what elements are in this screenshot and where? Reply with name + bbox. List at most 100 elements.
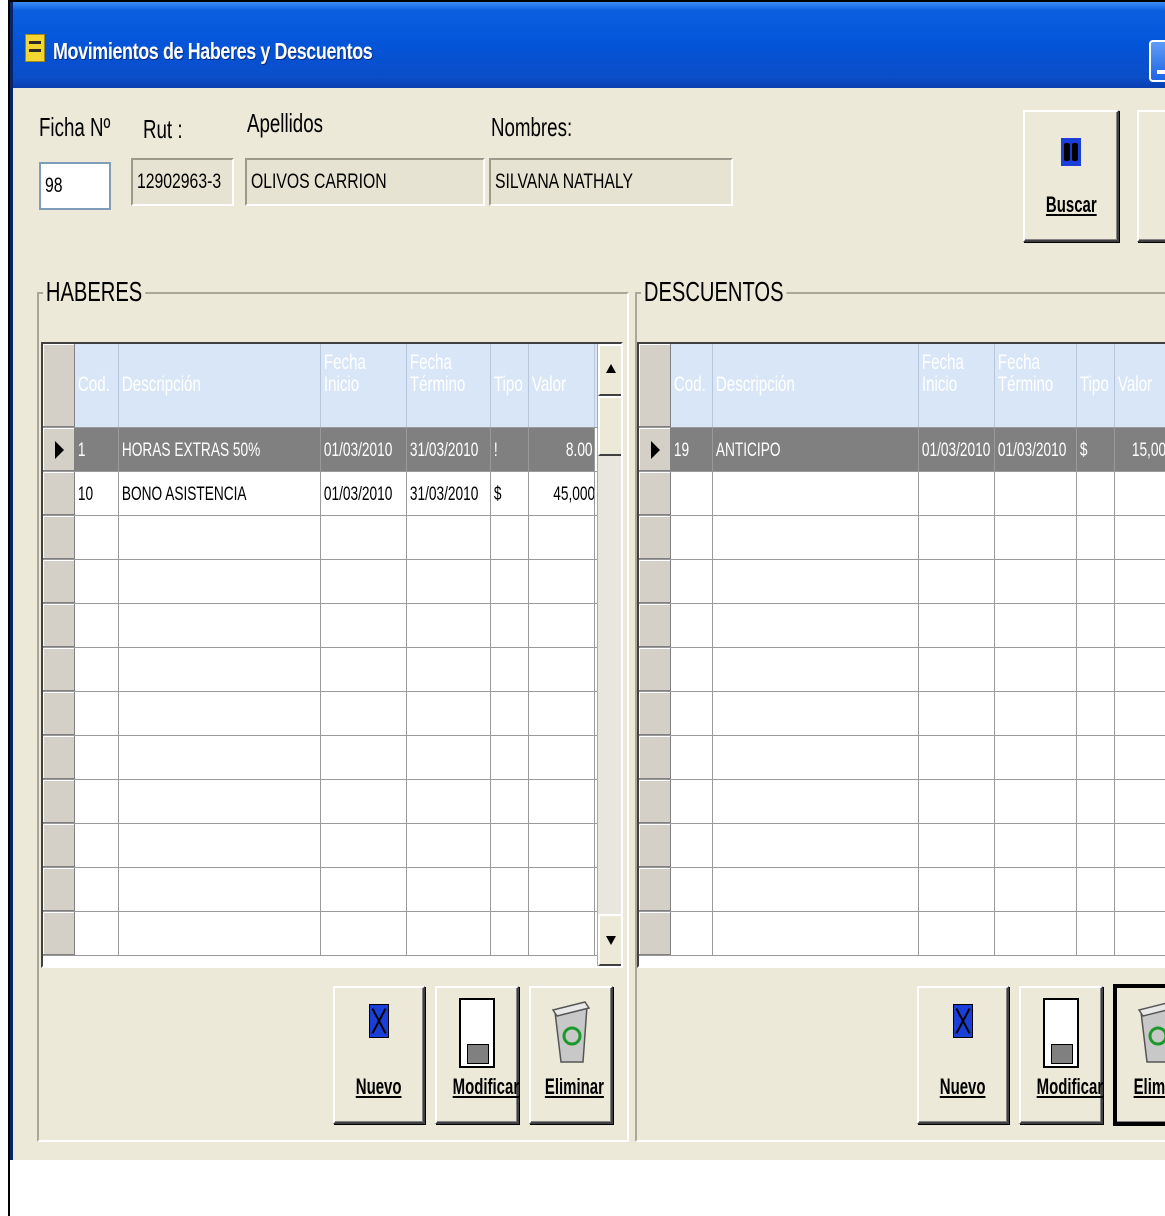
haberes-table-row[interactable] [43, 780, 597, 824]
haberes-table-row[interactable] [43, 604, 597, 648]
scroll-down-button[interactable] [598, 914, 621, 966]
descuentos-col-descripcion: Descripción [715, 373, 795, 396]
haberes-table-row[interactable] [43, 824, 597, 868]
descuentos-cell-cod [671, 516, 713, 559]
recycle-bin-icon [551, 1001, 591, 1063]
row-selector[interactable] [43, 516, 75, 559]
haberes-table-row[interactable] [43, 736, 597, 780]
haberes-table-row[interactable]: 10 BONO ASISTENCIA 01/03/2010 31/03/2010 $45… [43, 472, 597, 516]
row-selector[interactable] [639, 824, 671, 867]
row-selector[interactable] [639, 692, 671, 735]
haberes-table-row[interactable] [43, 692, 597, 736]
buscar-button[interactable]: Buscar [1023, 110, 1119, 242]
haberes-cell-descripcion: BONO ASISTENCIA [119, 472, 321, 515]
row-selector[interactable] [639, 516, 671, 559]
descuentos-table-row[interactable] [639, 692, 1165, 736]
descuentos-cell-cod [671, 560, 713, 603]
descuentos-table-row[interactable] [639, 912, 1165, 956]
descuentos-cell-valor [1115, 780, 1165, 823]
haberes-cell-valor [529, 780, 595, 823]
haberes-table-row[interactable] [43, 560, 597, 604]
row-selector[interactable] [639, 604, 671, 647]
haberes-title: HABERES [43, 276, 146, 308]
row-selector[interactable] [43, 604, 75, 647]
row-selector[interactable] [639, 560, 671, 603]
descuentos-table-row[interactable] [639, 472, 1165, 516]
title-bar[interactable]: Movimientos de Haberes y Descuentos [13, 2, 1165, 88]
haberes-table-row[interactable] [43, 648, 597, 692]
haberes-cell-termino [407, 824, 491, 867]
extra-toolbar-button[interactable] [1137, 110, 1165, 242]
haberes-table-row[interactable] [43, 912, 597, 956]
haberes-table-row[interactable]: 1 HORAS EXTRAS 50% 01/03/2010 31/03/2010! 8.… [43, 428, 597, 472]
floppy-disk-icon [459, 998, 495, 1068]
descuentos-table-row[interactable] [639, 780, 1165, 824]
descuentos-cell-descripcion [713, 868, 919, 911]
haberes-table-row[interactable] [43, 868, 597, 912]
row-selector[interactable] [43, 912, 75, 955]
haberes-cell-valor: 8.00 [529, 428, 595, 471]
haberes-cell-descripcion [119, 780, 321, 823]
row-selector[interactable] [43, 472, 75, 515]
descuentos-table-row[interactable] [639, 604, 1165, 648]
row-selector[interactable] [43, 648, 75, 691]
haberes-cell-valor [529, 648, 595, 691]
descuentos-table-row[interactable]: 19ANTICIPO01/03/201001/03/2010$15,000 [639, 428, 1165, 472]
scroll-thumb[interactable] [598, 396, 621, 456]
row-selector[interactable] [43, 868, 75, 911]
row-selector[interactable] [43, 428, 75, 471]
row-selector[interactable] [43, 736, 75, 779]
haberes-cell-valor [529, 736, 595, 779]
haberes-cell-inicio: 01/03/2010 [321, 472, 407, 515]
haberes-cell-valor [529, 912, 595, 955]
descuentos-table-row[interactable] [639, 824, 1165, 868]
descuentos-table-row[interactable] [639, 736, 1165, 780]
haberes-nuevo-button[interactable]: Nuevo [333, 986, 425, 1124]
haberes-cell-descripcion [119, 824, 321, 867]
haberes-modificar-button[interactable]: Modificar [435, 986, 519, 1124]
haberes-table-row[interactable] [43, 516, 597, 560]
haberes-scrollbar[interactable] [597, 344, 621, 966]
haberes-cell-termino: 31/03/2010 [407, 428, 491, 471]
descuentos-nuevo-button[interactable]: Nuevo [917, 986, 1009, 1124]
descuentos-cell-tipo [1077, 472, 1115, 515]
haberes-grid[interactable]: Cod. Descripción Fecha Inicio Fecha Térm… [41, 342, 623, 968]
minimize-button[interactable] [1149, 40, 1165, 82]
descuentos-cell-termino [995, 780, 1077, 823]
haberes-cell-tipo [491, 780, 529, 823]
row-selector[interactable] [43, 692, 75, 735]
descuentos-cell-valor [1115, 648, 1165, 691]
descuentos-table-row[interactable] [639, 516, 1165, 560]
row-selector[interactable] [639, 428, 671, 471]
haberes-cell-tipo [491, 868, 529, 911]
descuentos-table-row[interactable] [639, 868, 1165, 912]
descuentos-cell-termino: 01/03/2010 [995, 428, 1077, 471]
descuentos-header-row: Cod. Descripción Fecha Inicio Fecha Térm… [639, 344, 1165, 428]
haberes-cell-termino [407, 692, 491, 735]
row-selector[interactable] [639, 912, 671, 955]
row-selector[interactable] [639, 736, 671, 779]
row-selector[interactable] [43, 824, 75, 867]
row-selector[interactable] [639, 868, 671, 911]
descuentos-grid[interactable]: Cod. Descripción Fecha Inicio Fecha Térm… [637, 342, 1165, 968]
row-selector[interactable] [43, 560, 75, 603]
descuentos-cell-cod [671, 648, 713, 691]
haberes-eliminar-button[interactable]: Eliminar [529, 986, 613, 1124]
descuentos-cell-inicio [919, 868, 995, 911]
row-selector[interactable] [639, 472, 671, 515]
row-selector[interactable] [43, 780, 75, 823]
descuentos-cell-tipo [1077, 692, 1115, 735]
row-selector[interactable] [639, 780, 671, 823]
descuentos-eliminar-button[interactable]: Elimin [1113, 984, 1165, 1126]
descuentos-cell-valor [1115, 604, 1165, 647]
ficha-input[interactable]: 98 [39, 162, 111, 210]
descuentos-cell-cod [671, 736, 713, 779]
haberes-cell-termino [407, 868, 491, 911]
row-selector[interactable] [639, 648, 671, 691]
haberes-cell-cod [75, 560, 119, 603]
scroll-up-button[interactable] [598, 344, 621, 396]
haberes-cell-termino [407, 516, 491, 559]
descuentos-table-row[interactable] [639, 648, 1165, 692]
descuentos-modificar-button[interactable]: Modificar [1019, 986, 1103, 1124]
descuentos-table-row[interactable] [639, 560, 1165, 604]
